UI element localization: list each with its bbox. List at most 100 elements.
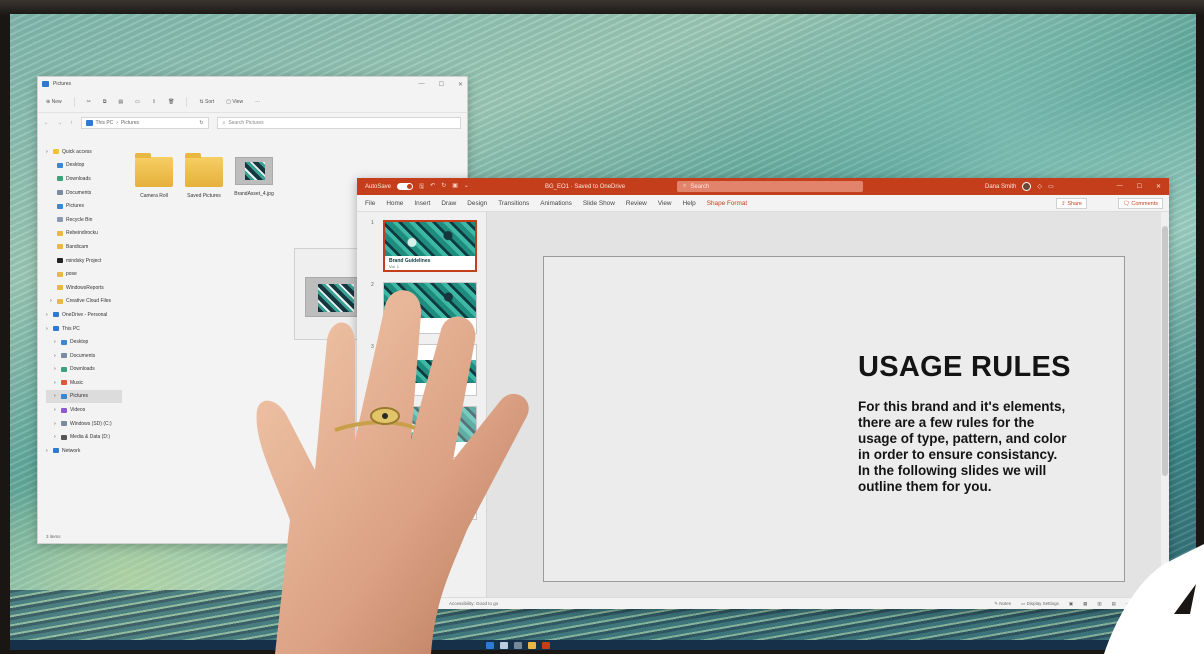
tab-animations[interactable]: Animations [540,200,572,207]
accessibility-status[interactable]: Accessibility: Good to go [449,601,498,606]
autosave-toggle[interactable] [397,183,414,190]
tab-draw[interactable]: Draw [441,200,456,207]
sidebar-item[interactable]: Recycle Bin [46,213,122,227]
tab-home[interactable]: Home [386,200,403,207]
new-button[interactable]: ⊕ New [46,99,62,105]
slide-heading[interactable]: USAGE RULES [858,351,1071,384]
sidebar-item[interactable]: › Pictures [46,389,122,404]
delete-icon[interactable]: 🗑 [168,99,174,105]
sidebar-item[interactable]: › Documents [46,349,122,363]
file-item[interactable]: BrandAsset_4.jpg [230,157,278,197]
sidebar-item[interactable]: mindsky Project [46,254,122,268]
search-input[interactable]: ⌕ Search Pictures [216,117,461,129]
search-taskbar-icon[interactable] [500,642,508,649]
chevron-icon[interactable]: › [54,380,58,386]
sidebar-item[interactable]: › Music [46,376,122,390]
tab-design[interactable]: Design [467,200,487,207]
sidebar-item[interactable]: Rebeindirocku [46,227,122,241]
chevron-icon[interactable]: › [46,312,50,318]
chevron-icon[interactable]: › [54,353,58,359]
sidebar-item[interactable]: › Desktop [46,335,122,349]
ppt-search-box[interactable]: ⌕ Search [677,181,863,192]
breadcrumb-pictures[interactable]: Pictures [121,120,139,126]
sidebar-item[interactable]: › OneDrive - Personal [46,308,122,322]
explorer-taskbar-icon[interactable] [528,642,536,649]
sorter-view-icon[interactable]: ▦ [1083,601,1087,607]
sidebar-item[interactable]: Downloads [46,172,122,186]
cut-icon[interactable]: ✂ [87,99,91,105]
address-bar[interactable]: This PC › Pictures ↻ [80,117,209,129]
sidebar-item[interactable]: › This PC [46,322,122,336]
normal-view-icon[interactable]: ▣ [1069,601,1073,607]
sidebar-item[interactable]: › Media & Data (D:) [46,430,122,444]
tab-insert[interactable]: Insert [414,200,430,207]
save-icon[interactable]: 🖫 [419,182,424,192]
slide-body-text[interactable]: For this brand and it's elements, there … [858,399,1068,495]
maximize-icon[interactable]: ☐ [439,81,444,88]
redo-icon[interactable]: ↻ [441,182,446,192]
more-button[interactable]: ··· [255,99,260,105]
sidebar-item[interactable]: › Network [46,444,122,458]
chevron-icon[interactable]: › [54,407,58,413]
sidebar-item[interactable]: pose [46,267,122,281]
share-icon[interactable]: ⇪ [152,99,156,105]
ribbon-display-icon[interactable]: ▭ [1048,183,1054,190]
slide-thumbnail[interactable] [383,282,477,334]
view-button[interactable]: ▢ View [226,99,243,105]
sidebar-item[interactable]: Pictures [46,199,122,213]
chevron-icon[interactable]: › [54,366,58,372]
chevron-icon[interactable]: › [54,339,58,345]
vertical-scrollbar[interactable] [1161,212,1169,597]
undo-icon[interactable]: ↶ [430,182,435,192]
customize-icon[interactable]: ⌄ [464,182,469,192]
sidebar-item[interactable]: › Windows (SD) (C:) [46,417,122,431]
copy-icon[interactable]: ⧉ [103,99,107,105]
refresh-icon[interactable]: ↻ [199,120,203,126]
maximize-icon[interactable]: ☐ [1137,183,1142,190]
slide-thumbnail[interactable]: Brand Guidelines Vol. 1 [383,220,477,272]
forward-arrow-icon[interactable]: → [57,120,62,126]
breadcrumb-this-pc[interactable]: This PC [96,120,114,126]
current-slide[interactable]: USAGE RULES For this brand and it's elem… [543,256,1125,582]
sidebar-item[interactable]: Bandicam [46,240,122,254]
chevron-icon[interactable]: › [54,393,58,399]
chevron-icon[interactable]: › [54,421,58,427]
tab-file[interactable]: File [365,200,375,207]
user-name[interactable]: Dana Smith [985,184,1016,190]
slide-thumbnail[interactable] [383,468,477,520]
file-item[interactable]: Camera Roll [130,153,178,199]
chevron-icon[interactable]: › [54,434,58,440]
chevron-icon[interactable]: › [50,298,54,304]
chevron-icon[interactable]: › [46,448,50,454]
up-arrow-icon[interactable]: ↑ [70,120,73,126]
close-icon[interactable]: ✕ [458,81,463,88]
sidebar-item[interactable]: Desktop [46,159,122,173]
slide-thumbnail[interactable] [383,344,477,396]
display-settings-button[interactable]: ▭ Display Settings [1021,601,1059,607]
tab-help[interactable]: Help [683,200,696,207]
tab-review[interactable]: Review [626,200,647,207]
present-icon[interactable]: ▣ [452,182,458,192]
tab-view[interactable]: View [658,200,672,207]
sort-button[interactable]: ⇅ Sort [199,99,214,105]
document-title[interactable]: BG_EO1 · Saved to OneDrive [545,184,625,190]
scrollbar-thumb[interactable] [1162,226,1168,476]
paste-icon[interactable]: ▤ [118,99,123,105]
sidebar-item[interactable]: Documents [46,186,122,200]
notes-button[interactable]: ✎ Notes [994,601,1011,607]
powerpoint-taskbar-icon[interactable] [542,642,550,649]
file-item[interactable]: Saved Pictures [180,153,228,199]
minimize-icon[interactable]: — [419,81,425,88]
comments-button[interactable]: 🗨 Comments [1117,198,1163,209]
taskview-icon[interactable] [514,642,522,649]
chevron-icon[interactable]: › [46,326,50,332]
back-arrow-icon[interactable]: ← [44,120,49,126]
slide-thumbnail[interactable] [383,406,477,458]
diamond-icon[interactable]: ◇ [1037,183,1042,190]
avatar[interactable] [1022,182,1032,191]
sidebar-item[interactable]: › Videos [46,403,122,417]
tab-shape-format[interactable]: Shape Format [707,200,748,207]
tab-transitions[interactable]: Transitions [498,200,529,207]
sidebar-item[interactable]: WindowsReports [46,281,122,295]
tab-slide-show[interactable]: Slide Show [583,200,615,207]
